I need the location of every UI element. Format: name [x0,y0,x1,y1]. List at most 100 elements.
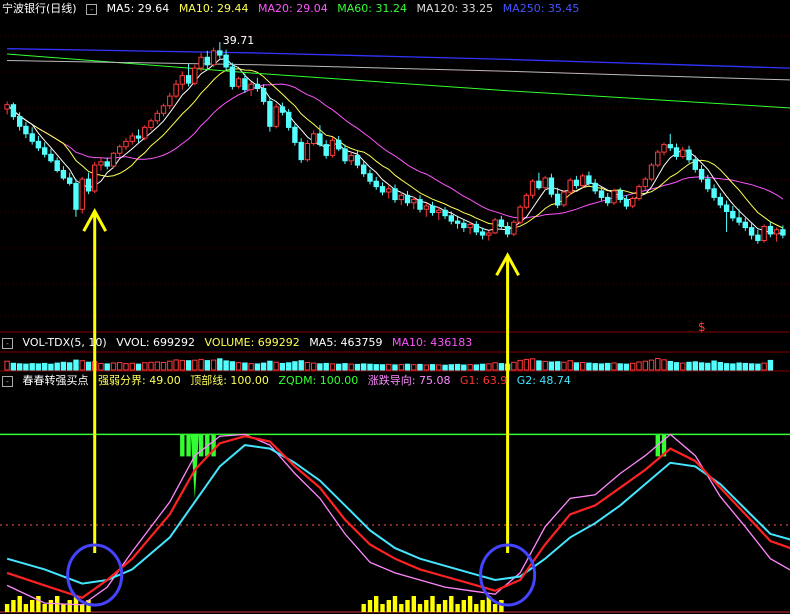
bottom-bar [17,596,22,612]
volume-bar [517,359,523,371]
candle-body [223,54,229,68]
ma5-label: MA5: 29.64 [106,2,170,15]
high-price-label: 39.71 [223,34,255,47]
candle-body [386,188,392,193]
candle-body [667,144,673,149]
collapse-icon[interactable]: - [86,3,98,15]
volume-bar [210,359,217,371]
vol-indicator-name[interactable]: VOL-TDX(5, 10) [23,336,107,349]
bottom-bar [424,600,429,612]
candle-body [461,222,467,229]
volume-bars [4,358,774,371]
volume-bar [148,361,154,371]
indicator-name[interactable]: 春春转强买点 [23,374,89,387]
strength-label: 强弱分界: 49.00 [98,374,181,387]
candle-body [655,151,661,166]
volume-bar [536,360,542,371]
volume-bar [511,361,517,371]
zqdm-label: ZQDM: 100.00 [278,374,359,387]
candle-body [523,194,530,208]
candle-body [110,152,117,167]
candle-body [479,231,486,236]
bottom-bar [455,604,460,612]
collapse-icon[interactable]: - [2,337,13,349]
volume-bar [742,362,748,371]
volume-bar [348,363,354,371]
candle-body [429,205,436,213]
candle-body [742,221,748,229]
volume-bar [67,362,73,371]
volume-bar [592,363,598,371]
volume-bar [398,364,405,371]
bottom-bar [411,596,416,612]
candle-body [498,219,505,227]
volume-bar [429,364,436,371]
candle-body [323,144,329,156]
ma20-label: MA20: 29.04 [258,2,328,15]
volume-bar [117,362,123,371]
volume-bar [248,363,254,371]
candle-body [636,186,642,200]
volume-bar [680,362,686,371]
volume-bar [185,360,192,371]
candle-body [235,78,242,87]
candle-body [630,198,636,207]
volume-bar [329,363,336,371]
candle-body [623,199,630,207]
volume-bar [761,362,767,371]
candle-body [98,161,104,166]
volume-bar [73,359,79,371]
candle-body [536,180,542,189]
bottom-bar [405,600,410,612]
candle-body [311,133,317,145]
candle-body [767,226,774,235]
volume-bar [286,362,292,371]
bottom-bar [492,604,498,612]
candle-body [686,149,692,161]
volume-bar [23,363,29,371]
volume-bar [692,361,698,371]
stock-name[interactable]: 宁波银行(日线) [2,2,80,15]
candle-body [404,194,411,204]
volume-bar [192,359,198,371]
collapse-icon[interactable]: - [2,375,13,387]
candle-body [135,135,142,139]
volume-bar [573,362,580,371]
volume-bar [567,360,573,371]
candle-body [286,111,292,128]
volume-bar [542,360,548,371]
candle-body [73,182,79,210]
volume-bar [223,360,229,371]
volume-bar [273,361,279,371]
candle-body [23,125,29,135]
volume-bar [260,362,267,371]
volume-bar [498,363,505,371]
candle-body [29,133,35,142]
volume-bar [311,362,317,371]
volume-bar [580,362,586,371]
main-grid [0,35,790,372]
volume-bar [254,363,261,371]
volume-bar [336,363,342,371]
volume-bar [235,362,242,371]
volume-bar [229,361,236,371]
volume-bar [123,363,129,371]
volume-bar [698,362,705,371]
volume-bar [173,359,179,371]
volume-bar [79,360,85,371]
volume-bar [711,360,717,371]
candle-body [673,147,680,157]
candle-body [467,223,473,229]
candle-body [185,75,192,84]
volume-bar [267,360,273,371]
bottom-bar [417,604,423,612]
indicator-header: - 春春转强买点 强弱分界: 49.00 顶部线: 100.00 ZQDM: 1… [2,373,577,389]
volume-bar [755,363,761,371]
candle-body [504,226,511,235]
bottom-bar [374,596,379,612]
top-spike [180,434,185,457]
candle-body [511,221,517,235]
volume-bar [648,359,655,371]
bottom-bar [36,596,41,612]
volume-label: VOLUME: 699292 [204,336,300,349]
